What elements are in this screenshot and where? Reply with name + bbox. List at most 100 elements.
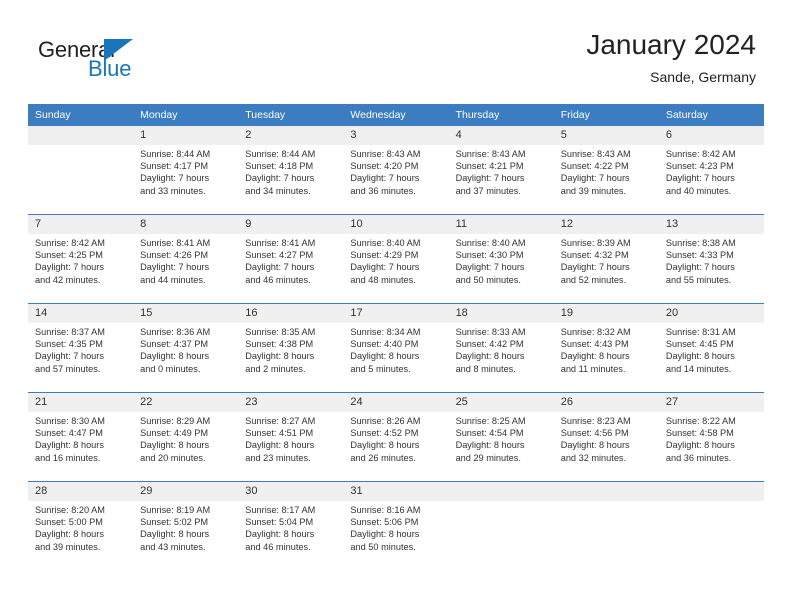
day-number[interactable]: 14: [28, 303, 134, 323]
day-number[interactable]: [28, 126, 134, 145]
day-cell[interactable]: [28, 145, 134, 215]
weekday-header-friday: Friday: [553, 104, 659, 126]
day-number[interactable]: 27: [658, 392, 764, 412]
day-cell[interactable]: Sunrise: 8:26 AM Sunset: 4:52 PM Dayligh…: [343, 412, 449, 482]
daylight-text-line1: Daylight: 7 hours: [665, 262, 735, 273]
day-number[interactable]: 21: [28, 392, 134, 412]
daylight-text-line2: and 55 minutes.: [665, 274, 732, 285]
day-cell[interactable]: Sunrise: 8:36 AM Sunset: 4:37 PM Dayligh…: [133, 323, 239, 393]
day-number[interactable]: 8: [133, 214, 239, 234]
day-cell[interactable]: Sunrise: 8:27 AM Sunset: 4:51 PM Dayligh…: [238, 412, 344, 482]
sunrise-text: Sunrise: 8:44 AM: [140, 149, 211, 159]
day-number[interactable]: 25: [448, 392, 554, 412]
general-blue-logo[interactable]: General Blue: [38, 38, 158, 84]
calendar-grid: Sunday Monday Tuesday Wednesday Thursday…: [28, 104, 764, 570]
day-cell[interactable]: Sunrise: 8:42 AM Sunset: 4:23 PM Dayligh…: [658, 145, 764, 215]
day-number[interactable]: 26: [553, 392, 659, 412]
day-cell[interactable]: Sunrise: 8:41 AM Sunset: 4:26 PM Dayligh…: [133, 234, 239, 304]
day-cell[interactable]: Sunrise: 8:41 AM Sunset: 4:27 PM Dayligh…: [238, 234, 344, 304]
day-cell[interactable]: Sunrise: 8:42 AM Sunset: 4:25 PM Dayligh…: [28, 234, 134, 304]
sunrise-text: Sunrise: 8:33 AM: [455, 327, 526, 337]
day-number[interactable]: 17: [343, 303, 449, 323]
day-cell[interactable]: Sunrise: 8:40 AM Sunset: 4:30 PM Dayligh…: [448, 234, 554, 304]
sunset-text: Sunset: 4:40 PM: [350, 339, 419, 350]
day-number[interactable]: 16: [238, 303, 344, 323]
day-number[interactable]: 22: [133, 392, 239, 412]
location-subtitle: Sande, Germany: [650, 69, 756, 85]
day-cell[interactable]: Sunrise: 8:23 AM Sunset: 4:56 PM Dayligh…: [553, 412, 659, 482]
day-cell[interactable]: Sunrise: 8:25 AM Sunset: 4:54 PM Dayligh…: [448, 412, 554, 482]
sunrise-text: Sunrise: 8:41 AM: [245, 238, 316, 248]
day-number[interactable]: 15: [133, 303, 239, 323]
calendar-header-row: Sunday Monday Tuesday Wednesday Thursday…: [28, 104, 764, 126]
daylight-text-line2: and 52 minutes.: [560, 274, 627, 285]
calendar-body: 1 2 3 4 5 6 Sunrise: 8:44 AM Sunset: 4:1…: [28, 126, 764, 570]
daylight-text-line1: Daylight: 8 hours: [140, 351, 210, 362]
logo-text-blue: Blue: [88, 56, 132, 81]
day-cell[interactable]: Sunrise: 8:29 AM Sunset: 4:49 PM Dayligh…: [133, 412, 239, 482]
day-number[interactable]: 19: [553, 303, 659, 323]
day-number[interactable]: 12: [553, 214, 659, 234]
day-number[interactable]: 3: [343, 126, 449, 145]
day-number[interactable]: 5: [553, 126, 659, 145]
day-number[interactable]: 30: [238, 481, 344, 501]
day-number[interactable]: 28: [28, 481, 134, 501]
day-number[interactable]: 31: [343, 481, 449, 501]
day-number[interactable]: 24: [343, 392, 449, 412]
day-number[interactable]: 18: [448, 303, 554, 323]
day-cell[interactable]: Sunrise: 8:40 AM Sunset: 4:29 PM Dayligh…: [343, 234, 449, 304]
day-number[interactable]: 23: [238, 392, 344, 412]
day-cell[interactable]: Sunrise: 8:32 AM Sunset: 4:43 PM Dayligh…: [553, 323, 659, 393]
day-cell[interactable]: Sunrise: 8:22 AM Sunset: 4:58 PM Dayligh…: [658, 412, 764, 482]
sunset-text: Sunset: 4:51 PM: [245, 428, 314, 439]
day-cell[interactable]: Sunrise: 8:43 AM Sunset: 4:20 PM Dayligh…: [343, 145, 449, 215]
sunrise-text: Sunrise: 8:42 AM: [665, 149, 736, 159]
daylight-text-line2: and 5 minutes.: [350, 363, 411, 374]
sunset-text: Sunset: 4:47 PM: [35, 428, 103, 439]
sunset-text: Sunset: 4:35 PM: [35, 339, 103, 350]
day-cell[interactable]: Sunrise: 8:37 AM Sunset: 4:35 PM Dayligh…: [28, 323, 134, 393]
day-cell[interactable]: Sunrise: 8:16 AM Sunset: 5:06 PM Dayligh…: [343, 501, 449, 570]
daylight-text-line2: and 40 minutes.: [665, 185, 732, 196]
day-number[interactable]: 11: [448, 214, 554, 234]
day-cell[interactable]: Sunrise: 8:33 AM Sunset: 4:42 PM Dayligh…: [448, 323, 554, 393]
day-cell[interactable]: Sunrise: 8:39 AM Sunset: 4:32 PM Dayligh…: [553, 234, 659, 304]
day-number[interactable]: 6: [658, 126, 764, 145]
sunset-text: Sunset: 4:23 PM: [665, 161, 734, 172]
day-cell[interactable]: Sunrise: 8:35 AM Sunset: 4:38 PM Dayligh…: [238, 323, 344, 393]
day-number[interactable]: 29: [133, 481, 239, 501]
day-number[interactable]: 1: [133, 126, 239, 145]
page-title: January 2024: [586, 29, 756, 60]
day-number[interactable]: 2: [238, 126, 344, 145]
day-cell[interactable]: Sunrise: 8:43 AM Sunset: 4:22 PM Dayligh…: [553, 145, 659, 215]
sunrise-text: Sunrise: 8:40 AM: [455, 238, 526, 248]
day-cell[interactable]: Sunrise: 8:38 AM Sunset: 4:33 PM Dayligh…: [658, 234, 764, 304]
sunrise-text: Sunrise: 8:32 AM: [560, 327, 631, 337]
day-cell[interactable]: Sunrise: 8:31 AM Sunset: 4:45 PM Dayligh…: [658, 323, 764, 393]
day-cell[interactable]: Sunrise: 8:43 AM Sunset: 4:21 PM Dayligh…: [448, 145, 554, 215]
sunset-text: Sunset: 4:26 PM: [140, 250, 209, 261]
page-header: General Blue January 2024 Sande, Germany: [0, 0, 792, 104]
day-cell[interactable]: Sunrise: 8:20 AM Sunset: 5:00 PM Dayligh…: [28, 501, 134, 570]
day-number[interactable]: 4: [448, 126, 554, 145]
day-number[interactable]: 13: [658, 214, 764, 234]
daylight-text-line2: and 46 minutes.: [245, 541, 311, 552]
daylight-text-line1: Daylight: 7 hours: [560, 173, 630, 184]
day-cell[interactable]: Sunrise: 8:19 AM Sunset: 5:02 PM Dayligh…: [133, 501, 239, 570]
daylight-text-line2: and 48 minutes.: [350, 274, 416, 285]
day-cell[interactable]: Sunrise: 8:34 AM Sunset: 4:40 PM Dayligh…: [343, 323, 449, 393]
day-cell[interactable]: Sunrise: 8:44 AM Sunset: 4:18 PM Dayligh…: [238, 145, 344, 215]
sunrise-text: Sunrise: 8:22 AM: [665, 416, 736, 426]
day-number[interactable]: 10: [343, 214, 449, 234]
daylight-text-line1: Daylight: 7 hours: [35, 351, 104, 362]
day-cell[interactable]: Sunrise: 8:30 AM Sunset: 4:47 PM Dayligh…: [28, 412, 134, 482]
day-number[interactable]: 20: [658, 303, 764, 323]
day-number[interactable]: 7: [28, 214, 134, 234]
daylight-text-line1: Daylight: 8 hours: [560, 440, 630, 451]
day-cell-empty: [553, 501, 659, 570]
day-number[interactable]: 9: [238, 214, 344, 234]
daylight-text-line2: and 42 minutes.: [35, 274, 101, 285]
day-cell[interactable]: Sunrise: 8:44 AM Sunset: 4:17 PM Dayligh…: [133, 145, 239, 215]
week-row-details: Sunrise: 8:20 AM Sunset: 5:00 PM Dayligh…: [28, 501, 764, 570]
day-cell[interactable]: Sunrise: 8:17 AM Sunset: 5:04 PM Dayligh…: [238, 501, 344, 570]
